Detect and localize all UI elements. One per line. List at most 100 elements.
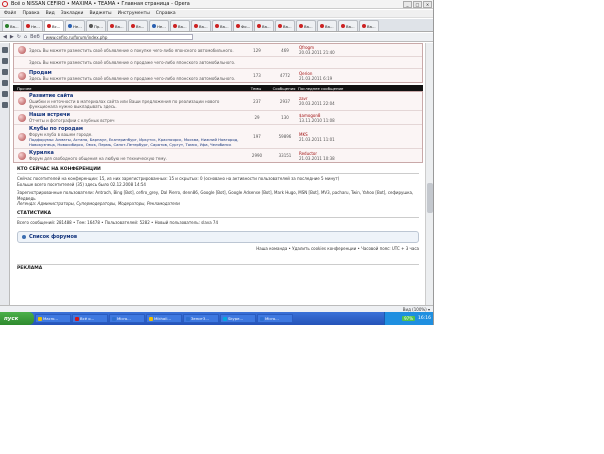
menu-item[interactable]: Закладки bbox=[61, 11, 84, 16]
last-date: 21.03.2011 11:01 bbox=[299, 136, 335, 142]
taskbar-app-icon bbox=[149, 316, 153, 321]
browser-tab[interactable]: Ва... bbox=[170, 20, 190, 31]
browser-tab[interactable]: Ва... bbox=[191, 20, 211, 31]
taskbar-app-icon bbox=[260, 316, 264, 321]
scroll-thumb[interactable] bbox=[427, 183, 433, 213]
browser-tab[interactable]: Не... bbox=[65, 20, 85, 31]
tab-favicon-icon bbox=[278, 24, 282, 28]
last-date: 20.03.2011 22:04 bbox=[299, 101, 335, 106]
taskbar-app-icon bbox=[75, 316, 79, 321]
maximize-button[interactable]: □ bbox=[413, 1, 422, 8]
footer-links[interactable]: Наша команда • Удалить cookies конференц… bbox=[17, 246, 419, 251]
browser-tab[interactable]: Ва... bbox=[359, 20, 379, 31]
home-icon[interactable]: ⌂ bbox=[24, 34, 27, 40]
browser-tab[interactable]: Ва... bbox=[296, 20, 316, 31]
browser-tab[interactable]: Фо... bbox=[233, 20, 253, 31]
tab-favicon-icon bbox=[68, 24, 72, 28]
tab-favicon-icon bbox=[194, 24, 198, 28]
tab-label: Ва... bbox=[346, 23, 355, 29]
forward-icon[interactable]: ▶ bbox=[10, 34, 14, 40]
tab-favicon-icon bbox=[299, 24, 303, 28]
browser-tab[interactable]: Вс... bbox=[44, 20, 64, 31]
window-controls: _ □ × bbox=[403, 1, 432, 8]
menu-item[interactable]: Вид bbox=[46, 11, 55, 16]
taskbar-app-icon bbox=[186, 316, 190, 321]
tab-favicon-icon bbox=[215, 24, 219, 28]
taskbar-button[interactable]: Всё о... bbox=[72, 314, 108, 323]
history-icon[interactable] bbox=[2, 91, 8, 97]
vertical-scrollbar[interactable] bbox=[425, 43, 433, 305]
topics-count: 237 bbox=[253, 98, 261, 104]
tab-label: Ва... bbox=[115, 23, 124, 29]
topics-count: 197 bbox=[253, 134, 261, 139]
last-post: zavr 20.03.2011 22:04 bbox=[299, 96, 422, 106]
tab-label: Пр... bbox=[94, 23, 103, 29]
links-icon[interactable] bbox=[2, 102, 8, 108]
tab-label: Ва... bbox=[283, 23, 292, 29]
start-button[interactable]: пуск bbox=[0, 312, 34, 325]
forum-icon bbox=[18, 132, 26, 141]
browser-tab[interactable]: Ва... bbox=[254, 20, 274, 31]
side-panel bbox=[0, 43, 10, 305]
forum-icon bbox=[18, 113, 26, 122]
menu-item[interactable]: Инструменты bbox=[118, 11, 150, 16]
forum-list: Развитие сайта Ошибки и неточности в мате… bbox=[13, 91, 423, 163]
taskbar-label: Macro... bbox=[43, 316, 59, 321]
taskbar-button[interactable]: Зенит3... bbox=[183, 314, 219, 323]
back-icon[interactable]: ◀ bbox=[3, 34, 7, 40]
browser-tab[interactable]: Ва... bbox=[2, 20, 22, 31]
tab-label: Ва... bbox=[178, 23, 187, 29]
notes-icon[interactable] bbox=[2, 69, 8, 75]
taskbar-app-icon bbox=[38, 316, 42, 321]
online-section: КТО СЕЙЧАС НА КОНФЕРЕНЦИИ Сейчас посетит… bbox=[17, 167, 419, 207]
browser-screen: Всё о NISSAN CEFIRO • MAXIMA • TEAMA • Г… bbox=[0, 0, 434, 325]
browser-tab[interactable]: Вз... bbox=[128, 20, 148, 31]
url-field[interactable]: www.cefiro.ru/forum/index.php bbox=[42, 34, 193, 40]
forum-row: Курилка Форум для свободного общения на л… bbox=[14, 148, 422, 162]
menu-item[interactable]: Виджеты bbox=[89, 11, 111, 16]
ads-heading: РЕКЛАМА bbox=[17, 264, 419, 271]
widgets-icon[interactable] bbox=[2, 58, 8, 64]
tab-favicon-icon bbox=[47, 24, 51, 28]
browser-tab[interactable]: Не... bbox=[23, 20, 43, 31]
taskbar-label: Skype... bbox=[228, 316, 244, 321]
taskbar-button[interactable]: Skype... bbox=[220, 314, 256, 323]
browser-tab[interactable]: Ва... bbox=[212, 20, 232, 31]
last-post: $amogon8 13.11.2010 11:08 bbox=[299, 113, 422, 123]
clock: 16:16 bbox=[418, 316, 431, 321]
taskbar-button[interactable]: Micro... bbox=[257, 314, 293, 323]
forum-desc: Здесь Вы можете разместить своё объявлен… bbox=[29, 47, 234, 53]
tab-favicon-icon bbox=[320, 24, 324, 28]
browser-tab[interactable]: Пр... bbox=[86, 20, 106, 31]
forum-list-link[interactable]: Список форумов bbox=[17, 231, 419, 243]
browser-tab[interactable]: Ва... bbox=[317, 20, 337, 31]
last-post: Reductor 21.03.2011 10:38 bbox=[299, 151, 422, 161]
browser-tab[interactable]: Ва... bbox=[338, 20, 358, 31]
topics-count: 173 bbox=[253, 73, 261, 78]
minimize-button[interactable]: _ bbox=[403, 1, 412, 8]
menu-item[interactable]: Справка bbox=[156, 11, 176, 16]
taskbar-button[interactable]: Macro... bbox=[35, 314, 71, 323]
tab-favicon-icon bbox=[362, 24, 366, 28]
browser-tab[interactable]: Не... bbox=[149, 20, 169, 31]
downloads-icon[interactable] bbox=[2, 80, 8, 86]
zoom-control[interactable]: Вид (100%) ▾ bbox=[403, 307, 430, 312]
menu-item[interactable]: Файл bbox=[4, 11, 16, 16]
last-date: 21.03.2011 6:19 bbox=[299, 75, 333, 81]
taskbar-button[interactable]: Mikhail... bbox=[146, 314, 182, 323]
topics-count: 2990 bbox=[251, 153, 263, 158]
reload-icon[interactable]: ↻ bbox=[17, 34, 21, 40]
subforums-list[interactable]: Подфорумы: Алматы, Астана, Барнаул, Екат… bbox=[29, 137, 243, 147]
browser-tab[interactable]: Ва... bbox=[275, 20, 295, 31]
forum-row: Здесь Вы можете разместить своё объявлен… bbox=[14, 44, 422, 56]
forum-list-label[interactable]: Список форумов bbox=[29, 234, 77, 240]
bookmarks-icon[interactable] bbox=[2, 47, 8, 53]
last-date: 13.11.2010 11:08 bbox=[299, 117, 335, 123]
browser-tab[interactable]: Ва... bbox=[107, 20, 127, 31]
menu-item[interactable]: Правка bbox=[22, 11, 39, 16]
stats-heading: СТАТИСТИКА bbox=[17, 211, 419, 218]
close-button[interactable]: × bbox=[423, 1, 432, 8]
taskbar-button[interactable]: Micro... bbox=[109, 314, 145, 323]
taskbar-app-icon bbox=[112, 316, 116, 321]
taskbar: пуск Macro... Всё о... Micro... Mikhail... З… bbox=[0, 312, 433, 325]
